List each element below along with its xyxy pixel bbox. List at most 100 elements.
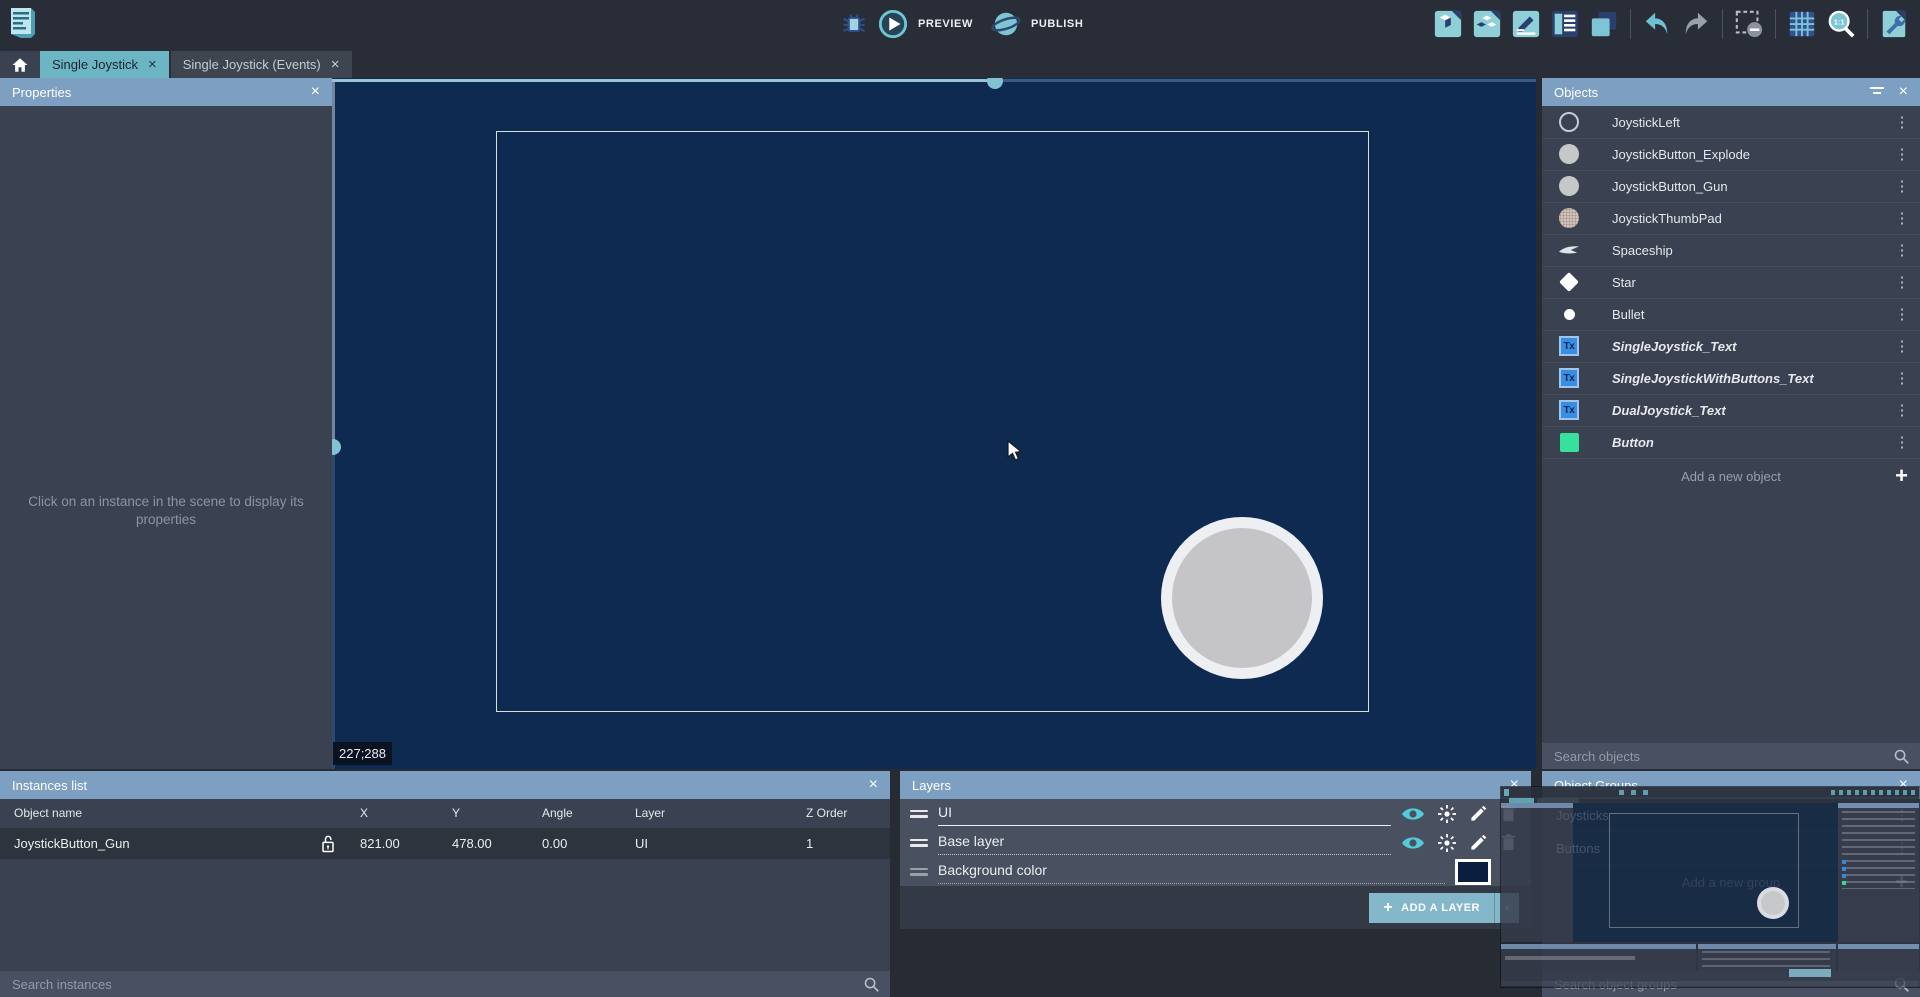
column-z-order: Z Order <box>806 806 847 820</box>
open-instances-list-panel-icon[interactable] <box>1549 8 1581 40</box>
tab-home[interactable] <box>0 51 40 78</box>
layer-name[interactable]: Base layer <box>938 830 1391 855</box>
close-icon[interactable]: × <box>311 83 320 101</box>
thumb-toolbar-icons <box>1831 790 1916 795</box>
object-row[interactable]: Button ⋮ <box>1542 426 1920 459</box>
text-object-icon: Tx <box>1554 400 1584 420</box>
tab-single-joystick-events[interactable]: Single Joystick (Events) × <box>171 51 352 78</box>
object-menu-icon[interactable]: ⋮ <box>1892 305 1912 323</box>
open-properties-panel-icon[interactable] <box>1510 8 1542 40</box>
object-menu-icon[interactable]: ⋮ <box>1892 241 1912 259</box>
object-menu-icon[interactable]: ⋮ <box>1892 145 1912 163</box>
scene-editor-canvas[interactable]: 227;288 <box>332 78 1536 769</box>
object-menu-icon[interactable]: ⋮ <box>1892 209 1912 227</box>
column-layer: Layer <box>635 806 665 820</box>
layer-name[interactable]: UI <box>938 801 1391 826</box>
object-menu-icon[interactable]: ⋮ <box>1892 401 1912 419</box>
tab-close-icon[interactable]: × <box>148 57 157 72</box>
vertical-scrollbar-track[interactable] <box>332 454 335 769</box>
vertical-scrollbar-handle[interactable] <box>332 439 341 455</box>
edit-pencil-icon[interactable] <box>1469 833 1488 852</box>
object-row[interactable]: JoystickThumbPad ⋮ <box>1542 202 1920 235</box>
edit-pencil-icon[interactable] <box>1469 804 1488 823</box>
gdevelop-logo-icon[interactable] <box>9 7 37 39</box>
objects-panel-title: Objects <box>1554 85 1598 100</box>
object-menu-icon[interactable]: ⋮ <box>1892 177 1912 195</box>
layer-row-base[interactable]: Base layer <box>900 828 1531 857</box>
publish-planet-icon[interactable] <box>991 9 1021 39</box>
add-object-button[interactable]: Add a new object + <box>1542 459 1920 493</box>
open-objects-panel-icon[interactable] <box>1432 8 1464 40</box>
floating-window-thumbnail[interactable] <box>1500 786 1920 988</box>
circle-gray-icon <box>1554 176 1584 196</box>
layer-effects-icon[interactable] <box>1437 833 1457 853</box>
tab-close-icon[interactable]: × <box>331 57 340 72</box>
toggle-grid-icon[interactable] <box>1786 8 1818 40</box>
object-row[interactable]: JoystickButton_Explode ⋮ <box>1542 138 1920 171</box>
horizontal-scrollbar-track[interactable] <box>1002 79 1536 82</box>
object-label: Bullet <box>1612 307 1645 322</box>
object-label: Spaceship <box>1612 243 1673 258</box>
object-row[interactable]: Tx SingleJoystickWithButtons_Text ⋮ <box>1542 362 1920 395</box>
preview-play-icon[interactable] <box>878 9 908 39</box>
horizontal-scrollbar-track[interactable] <box>332 79 988 82</box>
layer-row-ui[interactable]: UI <box>900 799 1531 828</box>
top-toolbar: PREVIEW PUBLISH <box>0 0 1920 48</box>
instances-search-input[interactable] <box>10 976 863 993</box>
object-row[interactable]: Star ⋮ <box>1542 266 1920 299</box>
close-icon[interactable]: × <box>1899 83 1908 101</box>
object-menu-icon[interactable]: ⋮ <box>1892 369 1912 387</box>
objects-search-bar[interactable] <box>1542 743 1920 769</box>
green-square-icon <box>1554 433 1584 452</box>
object-row[interactable]: Bullet ⋮ <box>1542 298 1920 331</box>
run-controls: PREVIEW PUBLISH <box>840 6 1083 42</box>
zoom-1-1-icon[interactable]: 1:1 <box>1825 8 1857 40</box>
publish-button[interactable]: PUBLISH <box>1031 18 1083 30</box>
layer-effects-icon[interactable] <box>1437 804 1457 824</box>
redo-icon[interactable] <box>1680 8 1712 40</box>
instance-row[interactable]: JoystickButton_Gun 821.00 478.00 0.00 UI… <box>0 828 890 859</box>
object-row[interactable]: JoystickLeft ⋮ <box>1542 106 1920 139</box>
close-icon[interactable]: × <box>869 776 878 794</box>
object-row[interactable]: Spaceship ⋮ <box>1542 234 1920 267</box>
instances-search-bar[interactable] <box>0 971 890 997</box>
add-object-label: Add a new object <box>1681 469 1781 484</box>
object-menu-icon[interactable]: ⋮ <box>1892 433 1912 451</box>
open-layers-panel-icon[interactable] <box>1588 8 1620 40</box>
undo-icon[interactable] <box>1641 8 1673 40</box>
visibility-eye-icon[interactable] <box>1401 834 1425 852</box>
add-layer-button[interactable]: +ADD A LAYER ▾ <box>1369 893 1519 923</box>
preview-button[interactable]: PREVIEW <box>918 18 973 30</box>
drag-handle-icon[interactable] <box>910 839 928 847</box>
visibility-eye-icon[interactable] <box>1401 805 1425 823</box>
object-row[interactable]: Tx SingleJoystick_Text ⋮ <box>1542 330 1920 363</box>
tab-single-joystick[interactable]: Single Joystick × <box>40 51 169 78</box>
layer-row-background-color[interactable]: Background color <box>900 857 1531 886</box>
thumb-objects-rows <box>1842 811 1915 889</box>
joystick-button-instance[interactable] <box>1161 517 1323 679</box>
objects-search-input[interactable] <box>1552 748 1893 765</box>
object-label: Star <box>1612 275 1636 290</box>
vertical-scrollbar-track[interactable] <box>332 82 335 440</box>
thumb-text-object-icon <box>1842 860 1846 864</box>
settings-wrench-icon[interactable] <box>1878 8 1910 40</box>
object-menu-icon[interactable]: ⋮ <box>1892 273 1912 291</box>
filter-icon[interactable] <box>1869 85 1885 99</box>
horizontal-scrollbar-handle[interactable] <box>987 78 1003 89</box>
object-menu-icon[interactable]: ⋮ <box>1892 113 1912 131</box>
object-row[interactable]: JoystickButton_Gun ⋮ <box>1542 170 1920 203</box>
background-color-swatch[interactable] <box>1455 859 1491 885</box>
drag-handle-icon[interactable] <box>910 810 928 818</box>
unlock-icon[interactable] <box>318 832 338 856</box>
delete-selection-icon[interactable] <box>1733 8 1765 40</box>
toolbar-separator <box>1775 9 1776 39</box>
add-layer-label: ADD A LAYER <box>1401 902 1480 914</box>
toolbar-separator <box>1722 9 1723 39</box>
open-object-groups-panel-icon[interactable] <box>1471 8 1503 40</box>
circle-gray-icon <box>1554 144 1584 164</box>
object-row[interactable]: Tx DualJoystick_Text ⋮ <box>1542 394 1920 427</box>
object-menu-icon[interactable]: ⋮ <box>1892 337 1912 355</box>
debugger-icon[interactable] <box>840 10 868 38</box>
instance-x: 821.00 <box>360 836 400 851</box>
layer-name[interactable]: Background color <box>938 859 1445 884</box>
